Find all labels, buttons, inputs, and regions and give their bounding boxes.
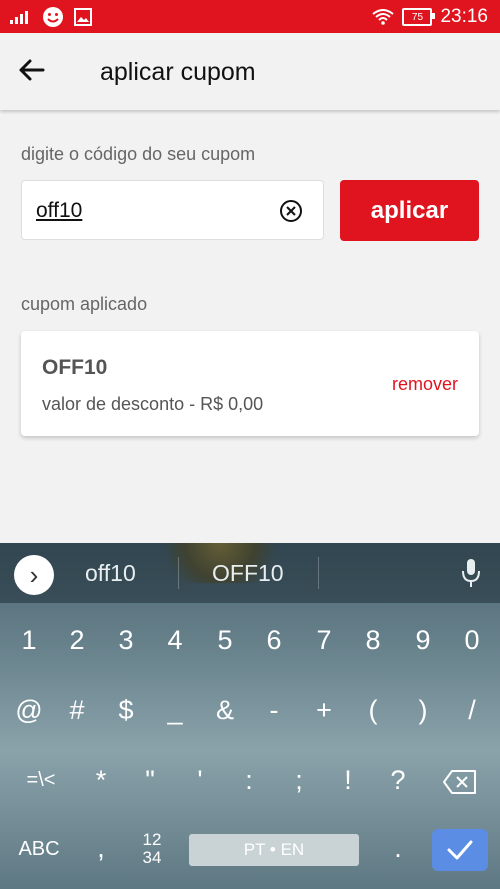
- key-close-paren[interactable]: ): [398, 695, 448, 726]
- key-2[interactable]: 2: [52, 625, 102, 656]
- num-pad-label-top: 12: [142, 830, 162, 849]
- suggestion-bar: › off10 OFF10: [0, 543, 500, 603]
- suggestion-divider: [178, 557, 179, 589]
- key-underscore[interactable]: _: [150, 695, 200, 726]
- suggestion-2[interactable]: OFF10: [212, 560, 284, 587]
- key-8[interactable]: 8: [348, 625, 398, 656]
- suggestion-1[interactable]: off10: [85, 560, 136, 587]
- key-space[interactable]: PT • EN: [189, 834, 359, 866]
- key-plus[interactable]: +: [299, 695, 349, 726]
- key-at[interactable]: @: [4, 695, 54, 726]
- coupon-code: OFF10: [42, 356, 108, 379]
- key-6[interactable]: 6: [249, 625, 299, 656]
- num-pad-label-bottom: 34: [142, 848, 162, 867]
- key-abc[interactable]: ABC: [14, 838, 64, 861]
- soft-keyboard: › off10 OFF10 1 2 3 4 5 6 7 8 9 0 @ # $ …: [0, 543, 500, 889]
- page-title: aplicar cupom: [100, 58, 256, 86]
- signal-icon: [10, 11, 28, 24]
- suggestion-divider: [318, 557, 319, 589]
- key-row-symbols-1: @ # $ _ & - + ( ) /: [0, 695, 500, 745]
- microphone-icon[interactable]: [460, 557, 482, 589]
- coupon-input-value[interactable]: off10: [36, 199, 82, 223]
- applied-coupon-label: cupom aplicado: [21, 294, 148, 314]
- apply-button[interactable]: aplicar: [340, 180, 479, 241]
- applied-coupon-card: OFF10 valor de desconto - R$ 0,00 remove…: [21, 331, 479, 436]
- checkmark-icon: [447, 840, 473, 860]
- back-arrow-icon[interactable]: [16, 55, 46, 85]
- smiley-icon: [43, 7, 63, 27]
- battery-icon: 75: [402, 8, 436, 26]
- key-asterisk[interactable]: *: [76, 765, 126, 796]
- key-5[interactable]: 5: [200, 625, 250, 656]
- wifi-icon: [372, 9, 395, 25]
- key-more-symbols[interactable]: =\<: [16, 769, 66, 792]
- key-3[interactable]: 3: [101, 625, 151, 656]
- key-dollar[interactable]: $: [101, 695, 151, 726]
- key-0[interactable]: 0: [447, 625, 497, 656]
- remove-coupon-link[interactable]: remover: [392, 374, 458, 395]
- status-time: 23:16: [440, 6, 488, 27]
- key-4[interactable]: 4: [150, 625, 200, 656]
- key-period[interactable]: .: [373, 833, 423, 864]
- key-1[interactable]: 1: [4, 625, 54, 656]
- expand-chevron-icon[interactable]: ›: [14, 555, 54, 595]
- key-row-numbers: 1 2 3 4 5 6 7 8 9 0: [0, 625, 500, 675]
- key-semicolon[interactable]: ;: [274, 765, 324, 796]
- key-open-paren[interactable]: (: [348, 695, 398, 726]
- backspace-icon[interactable]: [442, 769, 478, 795]
- clear-icon[interactable]: [279, 199, 303, 223]
- discount-value: valor de desconto - R$ 0,00: [42, 394, 264, 414]
- coupon-input-label: digite o código do seu cupom: [21, 144, 256, 164]
- key-slash[interactable]: /: [447, 695, 497, 726]
- key-7[interactable]: 7: [299, 625, 349, 656]
- key-9[interactable]: 9: [398, 625, 448, 656]
- key-question[interactable]: ?: [373, 765, 423, 796]
- key-minus[interactable]: -: [249, 695, 299, 726]
- key-hash[interactable]: #: [52, 695, 102, 726]
- image-icon: [74, 8, 92, 26]
- key-exclamation[interactable]: !: [323, 765, 373, 796]
- app-bar: aplicar cupom: [0, 33, 500, 110]
- key-double-quote[interactable]: ": [125, 765, 175, 796]
- key-single-quote[interactable]: ': [175, 765, 225, 796]
- key-colon[interactable]: :: [224, 765, 274, 796]
- key-comma[interactable]: ,: [76, 833, 126, 864]
- status-bar: 75 23:16: [0, 0, 500, 33]
- key-enter[interactable]: [432, 829, 488, 871]
- coupon-input[interactable]: off10: [21, 180, 324, 240]
- key-row-symbols-2: =\< * " ' : ; ! ?: [0, 765, 500, 815]
- key-number-pad[interactable]: 12 34: [130, 831, 174, 867]
- key-ampersand[interactable]: &: [200, 695, 250, 726]
